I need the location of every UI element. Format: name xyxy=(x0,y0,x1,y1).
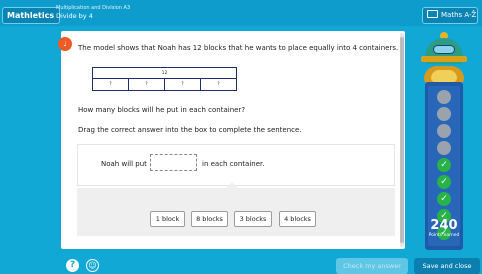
progress-slot-complete: ✓ xyxy=(437,175,451,189)
answer-chip-1-block[interactable]: 1 block xyxy=(150,211,185,227)
progress-slot-complete: ✓ xyxy=(437,192,451,206)
progress-slot-empty xyxy=(437,90,451,104)
question-prompt: How many blocks will he put in each cont… xyxy=(78,106,246,114)
points-earned: 240 Points earned xyxy=(422,219,466,239)
progress-slot-empty xyxy=(437,107,451,121)
sentence-after: in each container. xyxy=(202,160,265,168)
answer-chip-3-blocks[interactable]: 3 blocks xyxy=(234,211,272,227)
bar-model-part: ? xyxy=(93,79,129,90)
progress-slot-empty xyxy=(437,124,451,138)
breadcrumb-course: Multiplication and Division A3 xyxy=(56,5,131,11)
breadcrumb-activity: Divide by 4 xyxy=(56,12,93,20)
answer-drop-target[interactable] xyxy=(150,154,197,171)
progress-slot-complete: ✓ xyxy=(437,158,451,172)
speaker-icon[interactable]: ♩ xyxy=(58,37,72,51)
save-and-close-button[interactable]: Save and close xyxy=(414,258,480,274)
answer-chip-8-blocks[interactable]: 8 blocks xyxy=(191,211,228,227)
bar-model-total: 12 xyxy=(93,68,236,79)
check-answer-button[interactable]: Check my answer xyxy=(336,258,408,274)
points-value: 240 xyxy=(430,218,458,233)
answer-chip-4-blocks[interactable]: 4 blocks xyxy=(279,211,316,227)
breadcrumb: Multiplication and Division A3 Divide by… xyxy=(56,5,130,21)
tower-window xyxy=(433,45,455,54)
maths-a-z-button[interactable]: Maths A-Z ↗ xyxy=(422,7,478,24)
tower-cup xyxy=(431,70,457,82)
points-label: Points earned xyxy=(428,233,460,238)
scrollbar-thumb[interactable] xyxy=(400,37,404,243)
mathletics-logo[interactable]: Mathletics xyxy=(2,7,61,24)
external-link-icon: ↗ xyxy=(470,9,475,15)
bar-model: 12 ? ? ? ? xyxy=(92,67,237,91)
instruction-text: Drag the correct answer into the box to … xyxy=(78,126,302,134)
bar-model-part: ? xyxy=(129,79,165,90)
bar-model-part: ? xyxy=(217,82,220,87)
question-text: The model shows that Noah has 12 blocks … xyxy=(78,44,399,52)
bar-model-part: ? xyxy=(165,79,201,90)
help-icon[interactable]: ? xyxy=(66,259,79,272)
accessibility-icon[interactable]: ☺ xyxy=(86,259,99,272)
sentence-before: Noah will put xyxy=(101,160,147,168)
book-icon xyxy=(427,10,438,18)
progress-slot-empty xyxy=(437,141,451,155)
tower-band xyxy=(421,56,467,62)
